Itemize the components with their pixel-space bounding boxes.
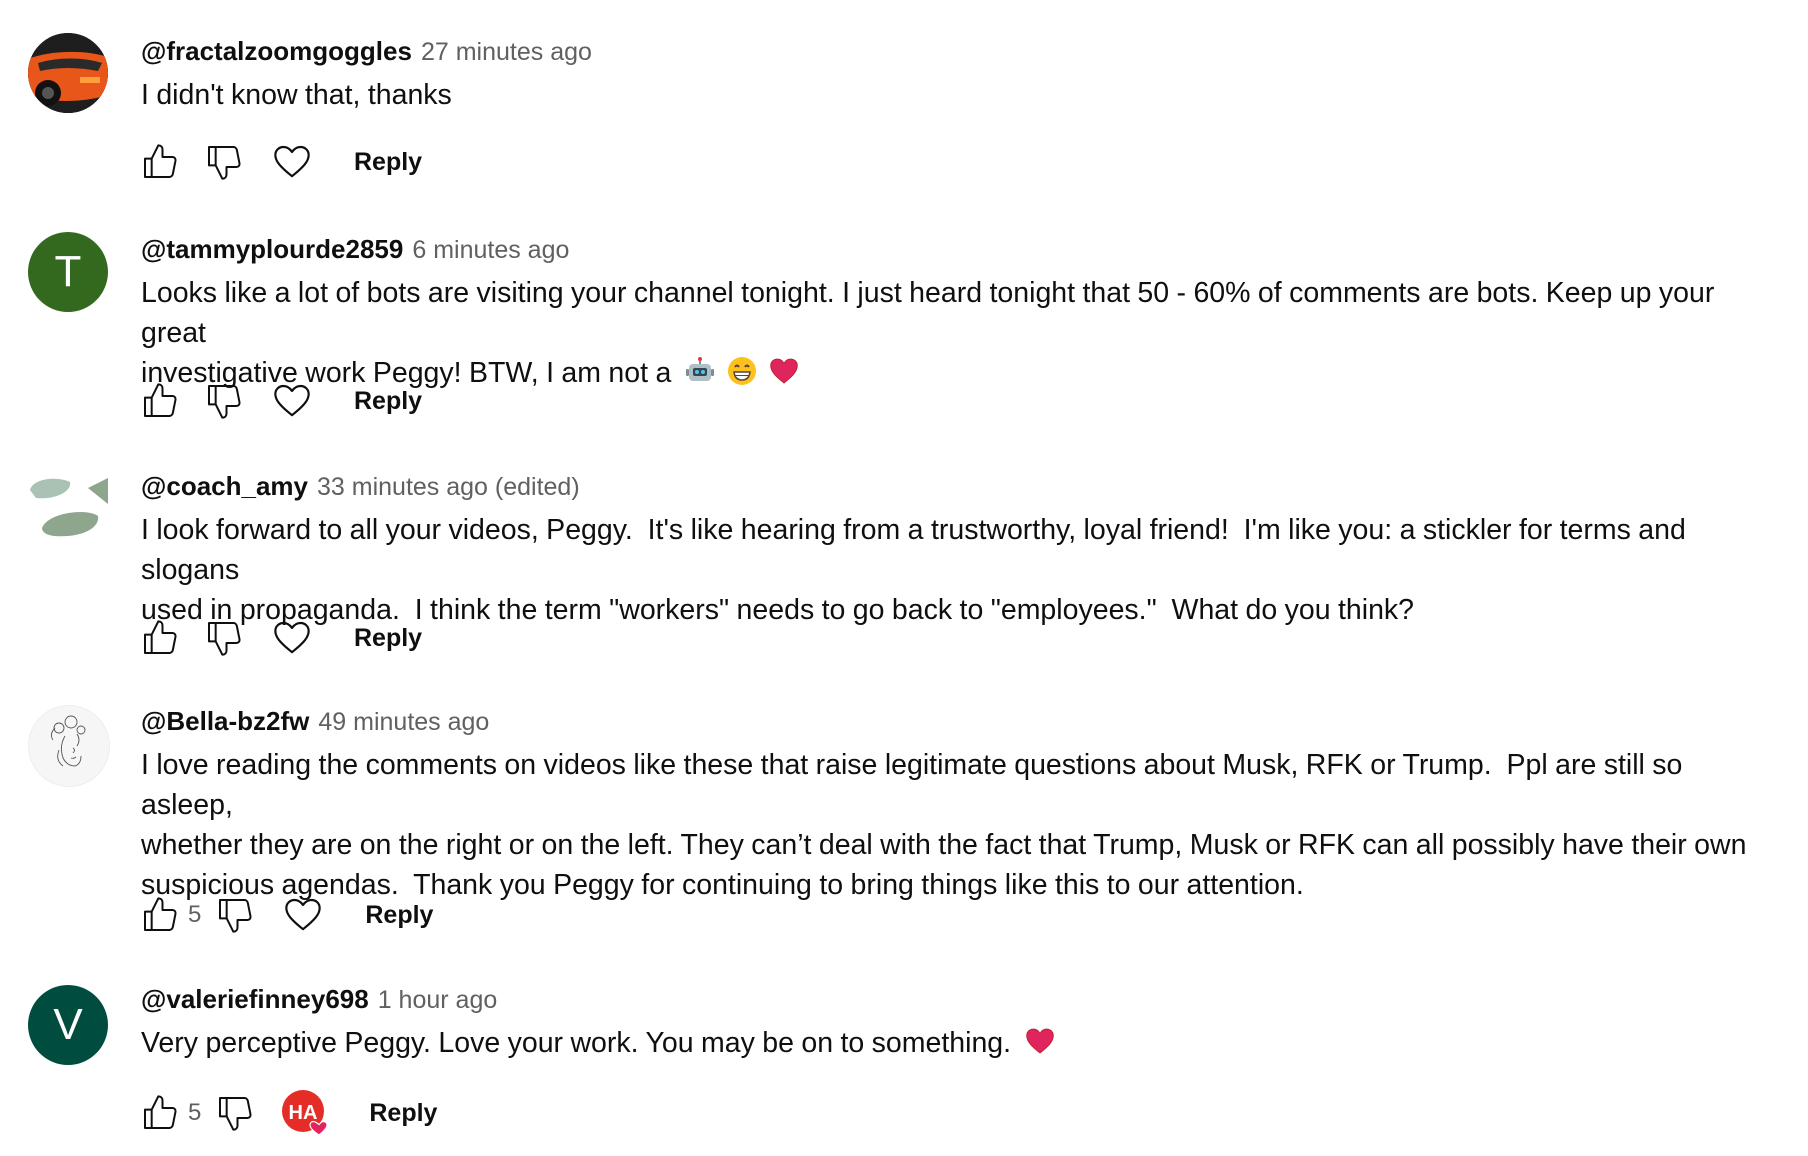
reply-button[interactable]: Reply — [369, 1099, 437, 1128]
comment-text-line: Looks like a lot of bots are visiting yo… — [141, 277, 1722, 349]
thumbs-up-icon — [140, 142, 180, 182]
orange-car-avatar-icon — [28, 33, 108, 113]
comment-text-line: I look forward to all your videos, Peggy… — [141, 514, 1694, 586]
comment-author[interactable]: @tammyplourde2859 — [141, 234, 403, 265]
comment-author[interactable]: @Bella-bz2fw — [141, 706, 309, 737]
dislike-button[interactable] — [202, 379, 246, 423]
grinning-emoji-icon — [727, 357, 756, 385]
like-button[interactable] — [138, 893, 182, 937]
creator-badge-text: HA — [289, 1102, 318, 1124]
dislike-button[interactable] — [213, 1091, 257, 1135]
thumbs-up-icon — [140, 618, 180, 658]
like-count: 5 — [188, 1099, 202, 1126]
creator-avatar-icon: HA — [282, 1090, 328, 1136]
thumbs-up-icon — [140, 381, 180, 421]
heart-outline-icon — [272, 381, 312, 421]
comment-text: I love reading the comments on videos li… — [141, 745, 1780, 905]
comment-text-line: whether they are on the right or on the … — [141, 829, 1747, 861]
heart-outline-icon — [272, 618, 312, 658]
reply-button[interactable]: Reply — [354, 624, 422, 653]
creator-heart-badge: HA — [281, 1089, 329, 1137]
avatar-letter: T — [54, 247, 82, 296]
dislike-button[interactable] — [202, 616, 246, 660]
dislike-button[interactable] — [202, 140, 246, 184]
comment-text: Very perceptive Peggy. Love your work. Y… — [141, 1023, 1780, 1063]
heart-outline-icon — [272, 142, 312, 182]
avatar[interactable] — [28, 705, 110, 787]
avatar[interactable] — [28, 470, 108, 550]
comment-text: I didn't know that, thanks — [141, 79, 452, 111]
like-count: 5 — [188, 901, 202, 928]
thumbs-up-icon — [140, 895, 180, 935]
reply-button[interactable]: Reply — [354, 148, 422, 177]
red-heart-emoji-icon — [1024, 1025, 1056, 1057]
like-button[interactable] — [138, 379, 182, 423]
reply-button[interactable]: Reply — [354, 387, 422, 416]
like-button[interactable] — [138, 140, 182, 184]
comment-author[interactable]: @fractalzoomgoggles — [141, 36, 412, 67]
comment-timestamp[interactable]: 27 minutes ago — [421, 38, 592, 67]
comment-text: Looks like a lot of bots are visiting yo… — [141, 273, 1780, 393]
thumbs-up-icon — [140, 1093, 180, 1133]
thumbs-down-icon — [215, 1093, 255, 1133]
comment-text-line: Very perceptive Peggy. Love your work. Y… — [141, 1027, 1012, 1059]
like-button[interactable] — [138, 1091, 182, 1135]
dislike-button[interactable] — [213, 893, 257, 937]
heart-button[interactable] — [281, 893, 325, 937]
comment-timestamp[interactable]: 6 minutes ago — [412, 236, 569, 265]
heart-button[interactable] — [270, 140, 314, 184]
like-button[interactable] — [138, 616, 182, 660]
robot-emoji-icon — [685, 357, 714, 381]
thumbs-down-icon — [204, 381, 244, 421]
avatar-letter: V — [53, 1000, 83, 1049]
heart-outline-icon — [283, 895, 323, 935]
reply-button[interactable]: Reply — [365, 901, 433, 930]
floral-face-sketch-avatar-icon — [50, 715, 86, 767]
avatar[interactable] — [28, 33, 108, 113]
comment-author[interactable]: @coach_amy — [141, 471, 308, 502]
thumbs-down-icon — [204, 618, 244, 658]
thumbs-down-icon — [215, 895, 255, 935]
comment-timestamp[interactable]: 33 minutes ago (edited) — [317, 473, 580, 502]
comment-author[interactable]: @valeriefinney698 — [141, 984, 369, 1015]
heart-button[interactable] — [270, 379, 314, 423]
green-shapes-avatar-icon — [30, 478, 108, 537]
comment-text-line: I love reading the comments on videos li… — [141, 749, 1690, 821]
red-heart-emoji-icon — [768, 355, 800, 387]
avatar[interactable]: V — [28, 985, 108, 1065]
comment-timestamp[interactable]: 49 minutes ago — [318, 708, 489, 737]
comment-timestamp[interactable]: 1 hour ago — [378, 986, 498, 1015]
comment-text: I look forward to all your videos, Peggy… — [141, 510, 1780, 630]
avatar[interactable]: T — [28, 232, 108, 312]
heart-button[interactable] — [270, 616, 314, 660]
thumbs-down-icon — [204, 142, 244, 182]
